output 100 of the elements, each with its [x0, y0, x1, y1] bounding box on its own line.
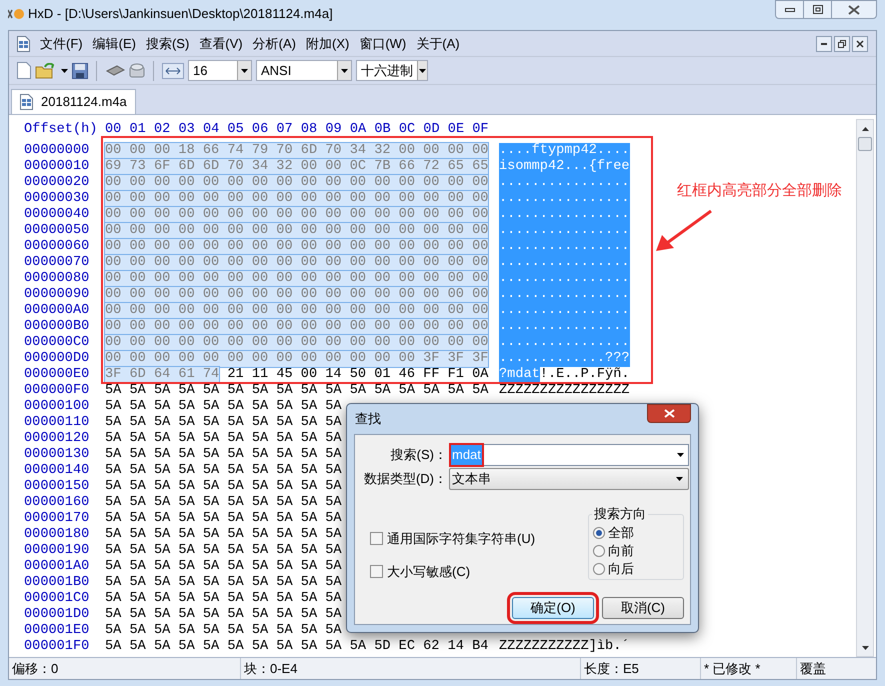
row-offset: 00000170 [24, 511, 90, 527]
hex-bytes: 5A 5A 5A 5A 5A 5A 5A 5A 5A 5A [105, 607, 342, 623]
hex-bytes: 00 00 00 00 00 00 00 00 00 00 00 00 00 00 00 00 [105, 303, 488, 319]
scrollbar[interactable] [856, 119, 874, 657]
row-offset: 00000020 [24, 175, 90, 191]
menu-item[interactable]: 编辑(E) [92, 34, 136, 54]
hex-file-icon [20, 94, 33, 110]
scroll-thumb[interactable] [858, 137, 872, 151]
row-offset: 00000190 [24, 543, 90, 559]
row-offset: 000001A0 [24, 559, 90, 575]
close-button[interactable] [831, 0, 877, 19]
menu-item[interactable]: 分析(A) [252, 34, 296, 54]
cancel-button[interactable]: 取消(C) [602, 597, 684, 619]
row-offset: 000001E0 [24, 623, 90, 639]
hex-bytes: 00 00 00 00 00 00 00 00 00 00 00 00 00 00 00 00 [105, 223, 488, 239]
ascii-text: ................ [499, 223, 630, 239]
hex-bytes: 5A 5A 5A 5A 5A 5A 5A 5A 5A 5A [105, 623, 342, 639]
ascii-text: ................ [499, 255, 630, 271]
ascii-text: ................ [499, 239, 630, 255]
ascii-text: ................ [499, 319, 630, 335]
document-minimize-button[interactable] [816, 36, 832, 52]
hex-bytes: 5A 5A 5A 5A 5A 5A 5A 5A 5A 5A [105, 415, 342, 431]
hex-bytes: 5A 5A 5A 5A 5A 5A 5A 5A 5A 5A [105, 559, 342, 575]
row-offset: 000000B0 [24, 319, 90, 335]
new-file-icon[interactable] [17, 62, 31, 79]
column-header: 05 [227, 122, 244, 138]
row-offset: 00000140 [24, 463, 90, 479]
hex-bytes: 5A 5A 5A 5A 5A 5A 5A 5A 5A 5A [105, 447, 342, 463]
data-type-label: 数据类型(D)： [362, 470, 447, 488]
menu-item[interactable]: 查看(V) [199, 34, 243, 54]
document-restore-button[interactable] [834, 36, 850, 52]
column-header: 08 [300, 122, 318, 138]
row-offset: 000000E0 [24, 367, 90, 383]
row-offset: 00000120 [24, 431, 90, 447]
radio-button[interactable] [593, 562, 605, 574]
menu-item[interactable]: 搜索(S) [146, 34, 190, 54]
radio-button[interactable] [593, 544, 605, 556]
hex-bytes: 21 11 45 00 14 50 01 46 FF F1 0A [227, 367, 488, 383]
row-offset: 000001F0 [24, 639, 90, 655]
row-offset: 00000180 [24, 527, 90, 543]
close-icon [856, 40, 864, 48]
hex-bytes: 5A 5A 5A 5A 5A 5A 5A 5A 5A 5A [105, 575, 342, 591]
ascii-text: ................ [499, 303, 630, 319]
minimize-button[interactable] [775, 0, 804, 19]
row-offset: 00000130 [24, 447, 90, 463]
row-offset: 000001C0 [24, 591, 90, 607]
ascii-text: ................ [499, 207, 630, 223]
row-offset: 00000000 [24, 143, 90, 159]
hex-bytes: 00 00 00 00 00 00 00 00 00 00 00 00 00 00 00 00 [105, 175, 488, 191]
annotation-arrow [655, 210, 713, 252]
row-offset: 00000090 [24, 287, 90, 303]
close-button[interactable] [647, 404, 691, 423]
hex-bytes: 5A 5A 5A 5A 5A 5A 5A 5A 5A 5A 5A 5D EC 62 14 B4 [105, 639, 488, 655]
hex-bytes: 5A 5A 5A 5A 5A 5A 5A 5A 5A 5A [105, 431, 342, 447]
ascii-text: .............??? [499, 351, 630, 367]
column-header: 00 [105, 122, 122, 138]
hex-bytes: 5A 5A 5A 5A 5A 5A 5A 5A 5A 5A [105, 495, 342, 511]
document-close-button[interactable] [852, 36, 868, 52]
charset-select[interactable]: ANSI [256, 60, 352, 81]
row-offset: 000000F0 [24, 383, 90, 399]
restore-icon [838, 40, 846, 48]
hex-bytes: 00 00 00 00 00 00 00 00 00 00 00 00 00 00 00 00 [105, 271, 488, 287]
disk-icon[interactable] [129, 62, 145, 78]
ascii-text: ZZZZZZZZZZZ]ìb.´ [499, 639, 630, 655]
hex-bytes: 5A 5A 5A 5A 5A 5A 5A 5A 5A 5A [105, 463, 342, 479]
document-tab[interactable]: 20181124.m4a [11, 89, 136, 114]
menu-item[interactable]: 文件(F) [40, 34, 83, 54]
offset-base-select[interactable]: 十六进制 [356, 60, 428, 81]
ascii-text: ................ [499, 335, 630, 351]
hex-bytes: 00 00 00 00 00 00 00 00 00 00 00 00 00 00 00 00 [105, 287, 488, 303]
group-title: 搜索方向 [592, 506, 648, 522]
column-header: 0D [423, 122, 440, 138]
save-icon[interactable] [72, 62, 88, 78]
radio-label: 向后 [608, 560, 634, 578]
checkbox-label: 通用国际字符集字符串(U) [387, 530, 536, 548]
annotation-text: 红框内高亮部分全部删除 [677, 181, 842, 201]
hex-bytes: 00 00 00 00 00 00 00 00 00 00 00 00 00 3F 3F 3F [105, 351, 488, 367]
column-header: 0B [374, 122, 391, 138]
search-value: mdat [451, 445, 482, 465]
column-header: 09 [325, 122, 342, 138]
checkbox[interactable] [370, 532, 383, 546]
offset-header: Offset(h) [24, 122, 98, 138]
menu-item[interactable]: 附加(X) [306, 34, 350, 54]
column-header: 01 [129, 122, 146, 138]
hex-bytes: 00 00 00 00 00 00 00 00 00 00 00 00 00 00 00 00 [105, 335, 488, 351]
menu-item[interactable]: 关于(A) [416, 34, 460, 54]
menu-item[interactable]: 窗口(W) [359, 34, 406, 54]
hex-bytes: 00 00 00 00 00 00 00 00 00 00 00 00 00 00 00 00 [105, 191, 488, 207]
radio-label: 向前 [608, 542, 634, 560]
data-type-select[interactable]: 文本串 [449, 468, 689, 490]
ascii-text: ................ [499, 175, 630, 191]
hex-bytes: 5A 5A 5A 5A 5A 5A 5A 5A 5A 5A [105, 399, 342, 415]
radio-button[interactable] [593, 526, 605, 538]
checkbox[interactable] [370, 564, 383, 578]
bytes-per-row-select[interactable]: 16 [188, 60, 252, 81]
row-offset: 00000070 [24, 255, 90, 271]
search-label: 搜索(S)： [390, 446, 447, 464]
maximize-button[interactable] [804, 0, 831, 19]
caret-icon[interactable] [61, 68, 68, 72]
row-offset: 00000100 [24, 399, 90, 415]
